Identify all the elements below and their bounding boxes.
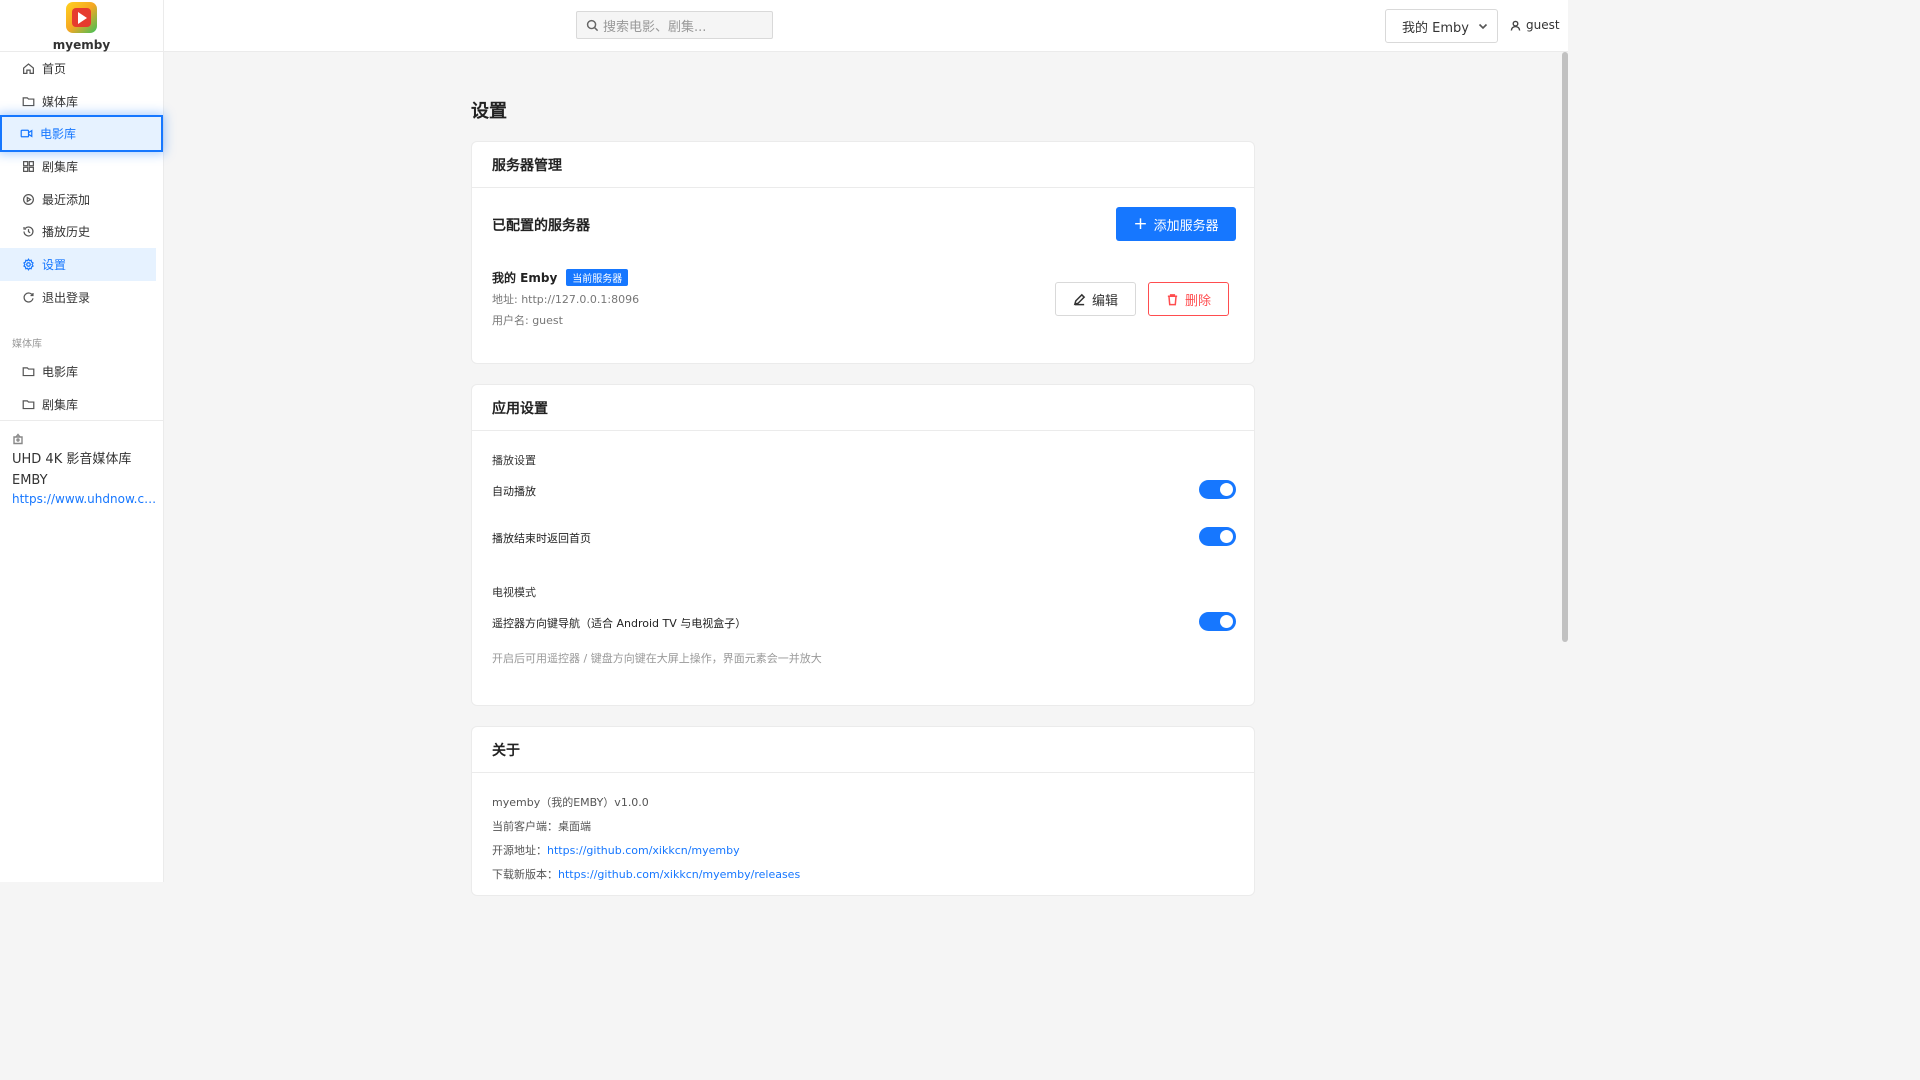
delete-server-button[interactable]: 删除	[1148, 282, 1229, 316]
sidebar-item-media-library[interactable]: 媒体库	[0, 85, 156, 118]
logout-icon	[21, 291, 35, 305]
sidebar-item-label: 电影库	[42, 365, 79, 379]
user-menu[interactable]: guest	[1510, 18, 1560, 32]
autoplay-toggle[interactable]	[1199, 480, 1236, 499]
edit-label: 编辑	[1091, 293, 1118, 309]
edit-server-button[interactable]: 编辑	[1055, 282, 1136, 316]
folder-icon	[21, 398, 35, 412]
download-link[interactable]: https://github.com/xikkcn/myemby/release…	[558, 868, 800, 881]
sponsor-title: UHD 4K 影音媒体库 EMBY	[12, 452, 132, 488]
sidebar-library-movies[interactable]: 电影库	[0, 355, 156, 388]
plus-icon: +	[1133, 213, 1148, 234]
add-server-button[interactable]: + 添加服务器	[1116, 207, 1236, 241]
status-badge: 当前服务器	[566, 269, 629, 286]
chevron-down-icon	[1478, 23, 1488, 30]
sponsor-icon	[12, 433, 24, 445]
add-server-label: 添加服务器	[1153, 218, 1219, 234]
server-select-label: 我的 Emby	[1402, 20, 1469, 36]
server-address: 地址: http://127.0.0.1:8096	[492, 293, 640, 306]
top-header: 搜索电影、剧集... 我的 Emby guest	[164, 0, 1568, 52]
autoplay-label: 自动播放	[492, 485, 536, 498]
search-icon	[586, 19, 599, 31]
sidebar-item-recent[interactable]: 最近添加	[0, 183, 156, 216]
return-home-toggle[interactable]	[1199, 527, 1236, 546]
source-label: 开源地址：	[492, 844, 547, 857]
folder-icon	[21, 95, 35, 109]
sidebar-item-logout[interactable]: 退出登录	[0, 281, 156, 314]
sidebar-item-history[interactable]: 播放历史	[0, 215, 156, 248]
about-card: 关于 myemby（我的EMBY）v1.0.0 当前客户端：桌面端 开源地址：h…	[471, 726, 1255, 896]
source-link[interactable]: https://github.com/xikkcn/myemby	[547, 844, 740, 857]
sidebar-item-label: 播放历史	[42, 225, 91, 239]
app-logo-text: myemby	[52, 38, 111, 52]
playback-group-label: 播放设置	[492, 454, 536, 467]
sidebar-library-series[interactable]: 剧集库	[0, 388, 156, 421]
sidebar-item-label: 媒体库	[42, 95, 79, 109]
sidebar-item-label: 电影库	[40, 127, 77, 141]
server-management-card: 服务器管理 已配置的服务器 + 添加服务器 我的 Emby 当前服务器 地址: …	[471, 141, 1255, 364]
sponsor-link[interactable]: https://www.uhdnow.co...	[12, 492, 157, 506]
sidebar-divider	[0, 420, 163, 421]
search-placeholder: 搜索电影、剧集...	[603, 19, 707, 35]
download-row: 下载新版本：https://github.com/xikkcn/myemby/r…	[492, 866, 800, 882]
pencil-icon	[1073, 293, 1086, 305]
sidebar-item-label: 首页	[42, 62, 67, 76]
card-title: 应用设置	[472, 385, 1254, 431]
logo-area: myemby	[0, 0, 163, 52]
remote-nav-hint: 开启后可用遥控器 / 键盘方向键在大屏上操作，界面元素会一并放大	[492, 652, 822, 665]
play-circle-icon	[21, 193, 35, 207]
user-icon	[1510, 20, 1521, 31]
sidebar: myemby 首页 媒体库 电影库 剧集库 最近添加 播放历史 设置 退出登录 …	[0, 0, 164, 882]
delete-label: 删除	[1184, 293, 1211, 309]
card-title: 关于	[472, 727, 1254, 773]
app-logo-icon	[66, 2, 97, 33]
video-icon	[19, 127, 33, 141]
download-label: 下载新版本：	[492, 868, 558, 881]
remote-nav-toggle[interactable]	[1199, 612, 1236, 631]
tv-mode-group-label: 电视模式	[492, 586, 536, 599]
sidebar-item-label: 最近添加	[42, 193, 91, 207]
sidebar-item-label: 剧集库	[42, 160, 79, 174]
sidebar-section-label: 媒体库	[12, 339, 42, 350]
source-row: 开源地址：https://github.com/xikkcn/myemby	[492, 842, 740, 858]
return-home-label: 播放结束时返回首页	[492, 532, 591, 545]
server-entry-name: 我的 Emby 当前服务器	[492, 269, 629, 286]
page-title: 设置	[471, 101, 507, 122]
card-title: 服务器管理	[472, 142, 1254, 188]
sidebar-item-series[interactable]: 剧集库	[0, 150, 156, 183]
sidebar-item-label: 退出登录	[42, 291, 91, 305]
trash-icon	[1167, 293, 1178, 305]
server-name: 我的 Emby	[492, 271, 558, 285]
current-client: 当前客户端：桌面端	[492, 820, 591, 833]
configured-servers-title: 已配置的服务器	[492, 218, 590, 234]
app-settings-card: 应用设置 播放设置 自动播放 播放结束时返回首页 电视模式 遥控器方向键导航（适…	[471, 384, 1255, 706]
sidebar-item-settings[interactable]: 设置	[0, 248, 156, 281]
grid-icon	[21, 160, 35, 174]
page-scrollbar[interactable]	[1562, 52, 1568, 642]
home-icon	[21, 62, 35, 76]
gear-icon	[21, 258, 35, 272]
search-input[interactable]: 搜索电影、剧集...	[576, 11, 773, 39]
sidebar-item-movies[interactable]: 电影库	[0, 115, 163, 152]
sidebar-item-label: 剧集库	[42, 398, 79, 412]
user-name: guest	[1526, 18, 1560, 32]
sidebar-item-label: 设置	[42, 258, 67, 272]
remote-nav-label: 遥控器方向键导航（适合 Android TV 与电视盒子）	[492, 617, 747, 630]
app-version: myemby（我的EMBY）v1.0.0	[492, 796, 649, 809]
history-icon	[21, 225, 35, 239]
folder-icon	[21, 365, 35, 379]
sidebar-item-home[interactable]: 首页	[0, 52, 156, 85]
server-select[interactable]: 我的 Emby	[1385, 9, 1498, 43]
server-username: 用户名: guest	[492, 314, 563, 327]
